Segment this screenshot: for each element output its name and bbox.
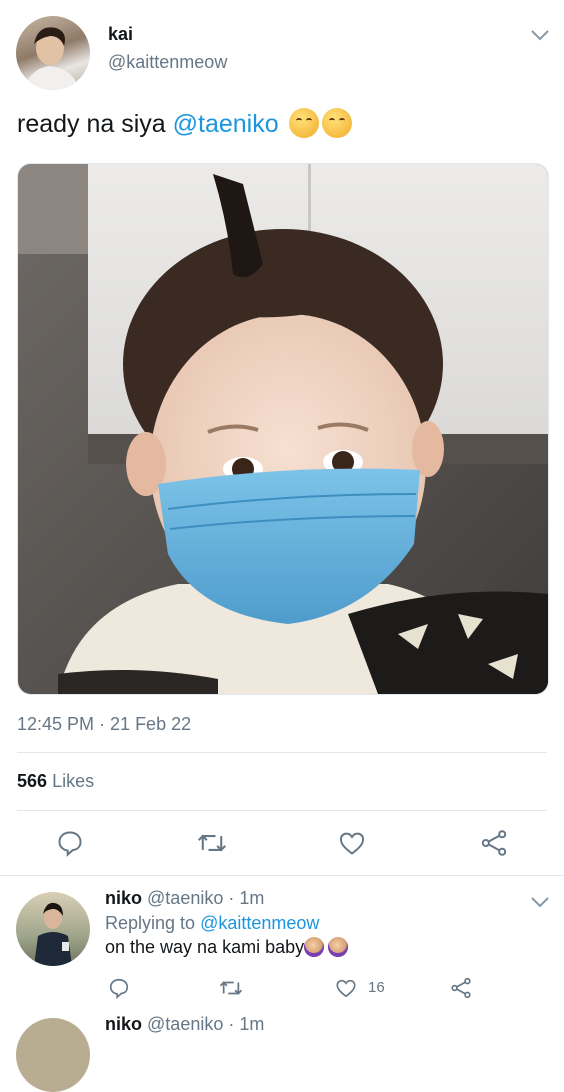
divider [17,752,547,753]
tweet-mention-link[interactable]: @taeniko [173,110,279,138]
reply-retweet-button[interactable] [216,973,246,1003]
gesture-emoji [328,937,349,957]
retweet-button[interactable] [192,823,232,863]
reply-text-content: on the way na kami baby [105,937,305,957]
divider [17,810,547,811]
avatar-image [24,27,80,90]
replying-to-handle[interactable]: @kaittenmeow [200,913,319,933]
reply-icon [109,978,129,999]
replying-to-label: Replying to [105,913,196,933]
next-reply-header: niko @taeniko · 1m [105,1014,264,1035]
chevron-down-icon[interactable] [530,895,550,909]
gesture-emoji [304,937,325,957]
likes-label: Likes [52,771,95,791]
reply-author-handle[interactable]: @taeniko [147,888,223,908]
next-reply-author-name[interactable]: niko [105,1014,142,1034]
tweet-timestamp[interactable]: 12:45 PM · 21 Feb 22 [17,714,191,735]
reply-text: on the way na kami baby [105,937,349,958]
share-icon [481,830,507,856]
likes-summary[interactable]: 566 Likes [17,771,94,792]
reply-share-button[interactable] [446,973,476,1003]
replying-to: Replying to @kaittenmeow [105,913,319,934]
next-reply-avatar[interactable] [16,1018,90,1092]
tweet-text-prefix: ready na siya [17,110,173,138]
like-icon [339,832,365,855]
author-name[interactable]: kai [108,24,133,45]
reply-button[interactable] [50,823,90,863]
chevron-down-icon[interactable] [530,28,550,42]
reply-time[interactable]: · 1m [228,888,264,908]
author-handle[interactable]: @kaittenmeow [108,52,227,73]
author-avatar[interactable] [16,16,90,90]
tweet-photo[interactable] [17,163,549,695]
reply-author-avatar[interactable] [16,892,90,966]
reply-author-name[interactable]: niko [105,888,142,908]
reply-icon [58,831,82,857]
divider [0,875,564,876]
like-button[interactable] [332,823,372,863]
reply-like-button[interactable] [331,973,361,1003]
reply-reply-button[interactable] [104,973,134,1003]
retweet-icon [219,981,243,995]
tweet-text: ready na siya @taeniko [17,108,352,140]
child-photo-image [18,164,548,694]
reply-like-count: 16 [368,979,385,996]
like-icon [336,979,356,998]
share-button[interactable] [474,823,514,863]
likes-count: 566 [17,771,48,791]
retweet-icon [197,834,227,852]
share-icon [451,977,471,999]
reply-header: niko @taeniko · 1m [105,888,264,909]
avatar-image [34,902,72,966]
hugging-face-emoji [288,108,319,138]
hugging-face-emoji [321,108,352,138]
next-reply-time[interactable]: · 1m [228,1014,264,1034]
next-reply-author-handle[interactable]: @taeniko [147,1014,223,1034]
